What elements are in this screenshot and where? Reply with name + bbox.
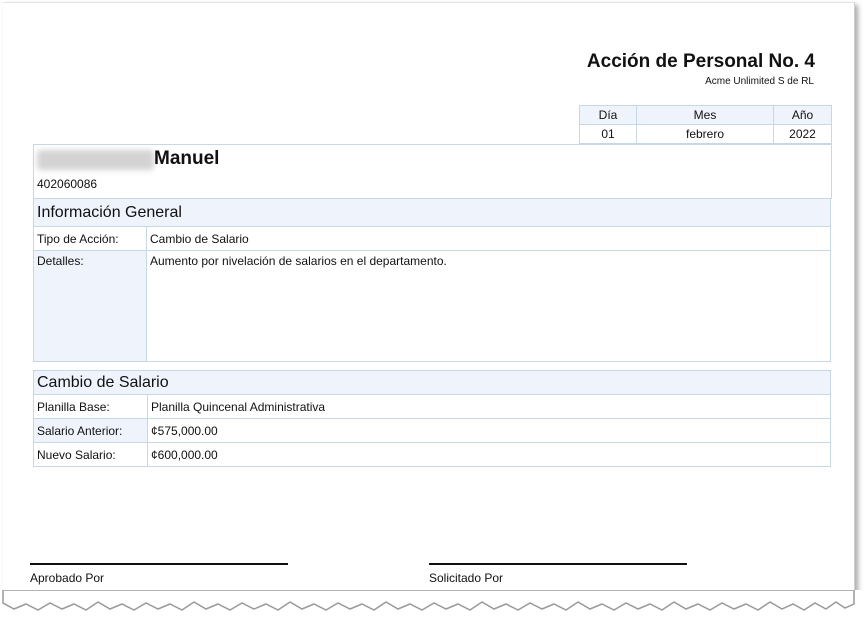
employee-id: 402060086 [37,177,98,191]
document-title: Acción de Personal No. 4 [586,51,815,72]
details-label: Detalles: [33,250,147,362]
employee-box: Manuel 402060086 [33,144,832,199]
requested-by-label: Solicitado Por [429,571,504,585]
new-salary-label: Nuevo Salario: [33,442,148,467]
new-salary-value: ¢600,000.00 [147,442,831,467]
salary-change-heading: Cambio de Salario [33,370,831,395]
general-info-section: Información General Tipo de Acción: Camb… [33,198,831,362]
approved-by-label: Aprobado Por [30,571,105,585]
redacted-surname [37,150,154,170]
base-payroll-value: Planilla Quincenal Administrativa [147,394,831,419]
company-name: Acme Unlimited S de RL [705,76,814,87]
requested-signature-line [429,563,687,565]
employee-name: Manuel [154,148,220,169]
year-header: Año [773,105,832,125]
year-value: 2022 [773,124,832,144]
action-type-value: Cambio de Salario [146,226,831,251]
date-table: Día Mes Año 01 febrero 2022 [579,105,832,144]
general-info-heading: Información General [33,198,831,227]
base-payroll-label: Planilla Base: [33,394,148,419]
day-header: Día [579,105,637,125]
torn-edge [0,590,864,629]
month-header: Mes [636,105,774,125]
action-type-label: Tipo de Acción: [33,226,147,251]
details-value: Aumento por nivelación de salarios en el… [146,250,831,362]
day-value: 01 [579,124,637,144]
previous-salary-label: Salario Anterior: [33,418,148,443]
document-page: Acción de Personal No. 4 Acme Unlimited … [3,2,855,615]
month-value: febrero [636,124,774,144]
approved-signature-line [30,563,288,565]
previous-salary-value: ¢575,000.00 [147,418,831,443]
salary-change-section: Cambio de Salario Planilla Base: Planill… [33,370,831,467]
